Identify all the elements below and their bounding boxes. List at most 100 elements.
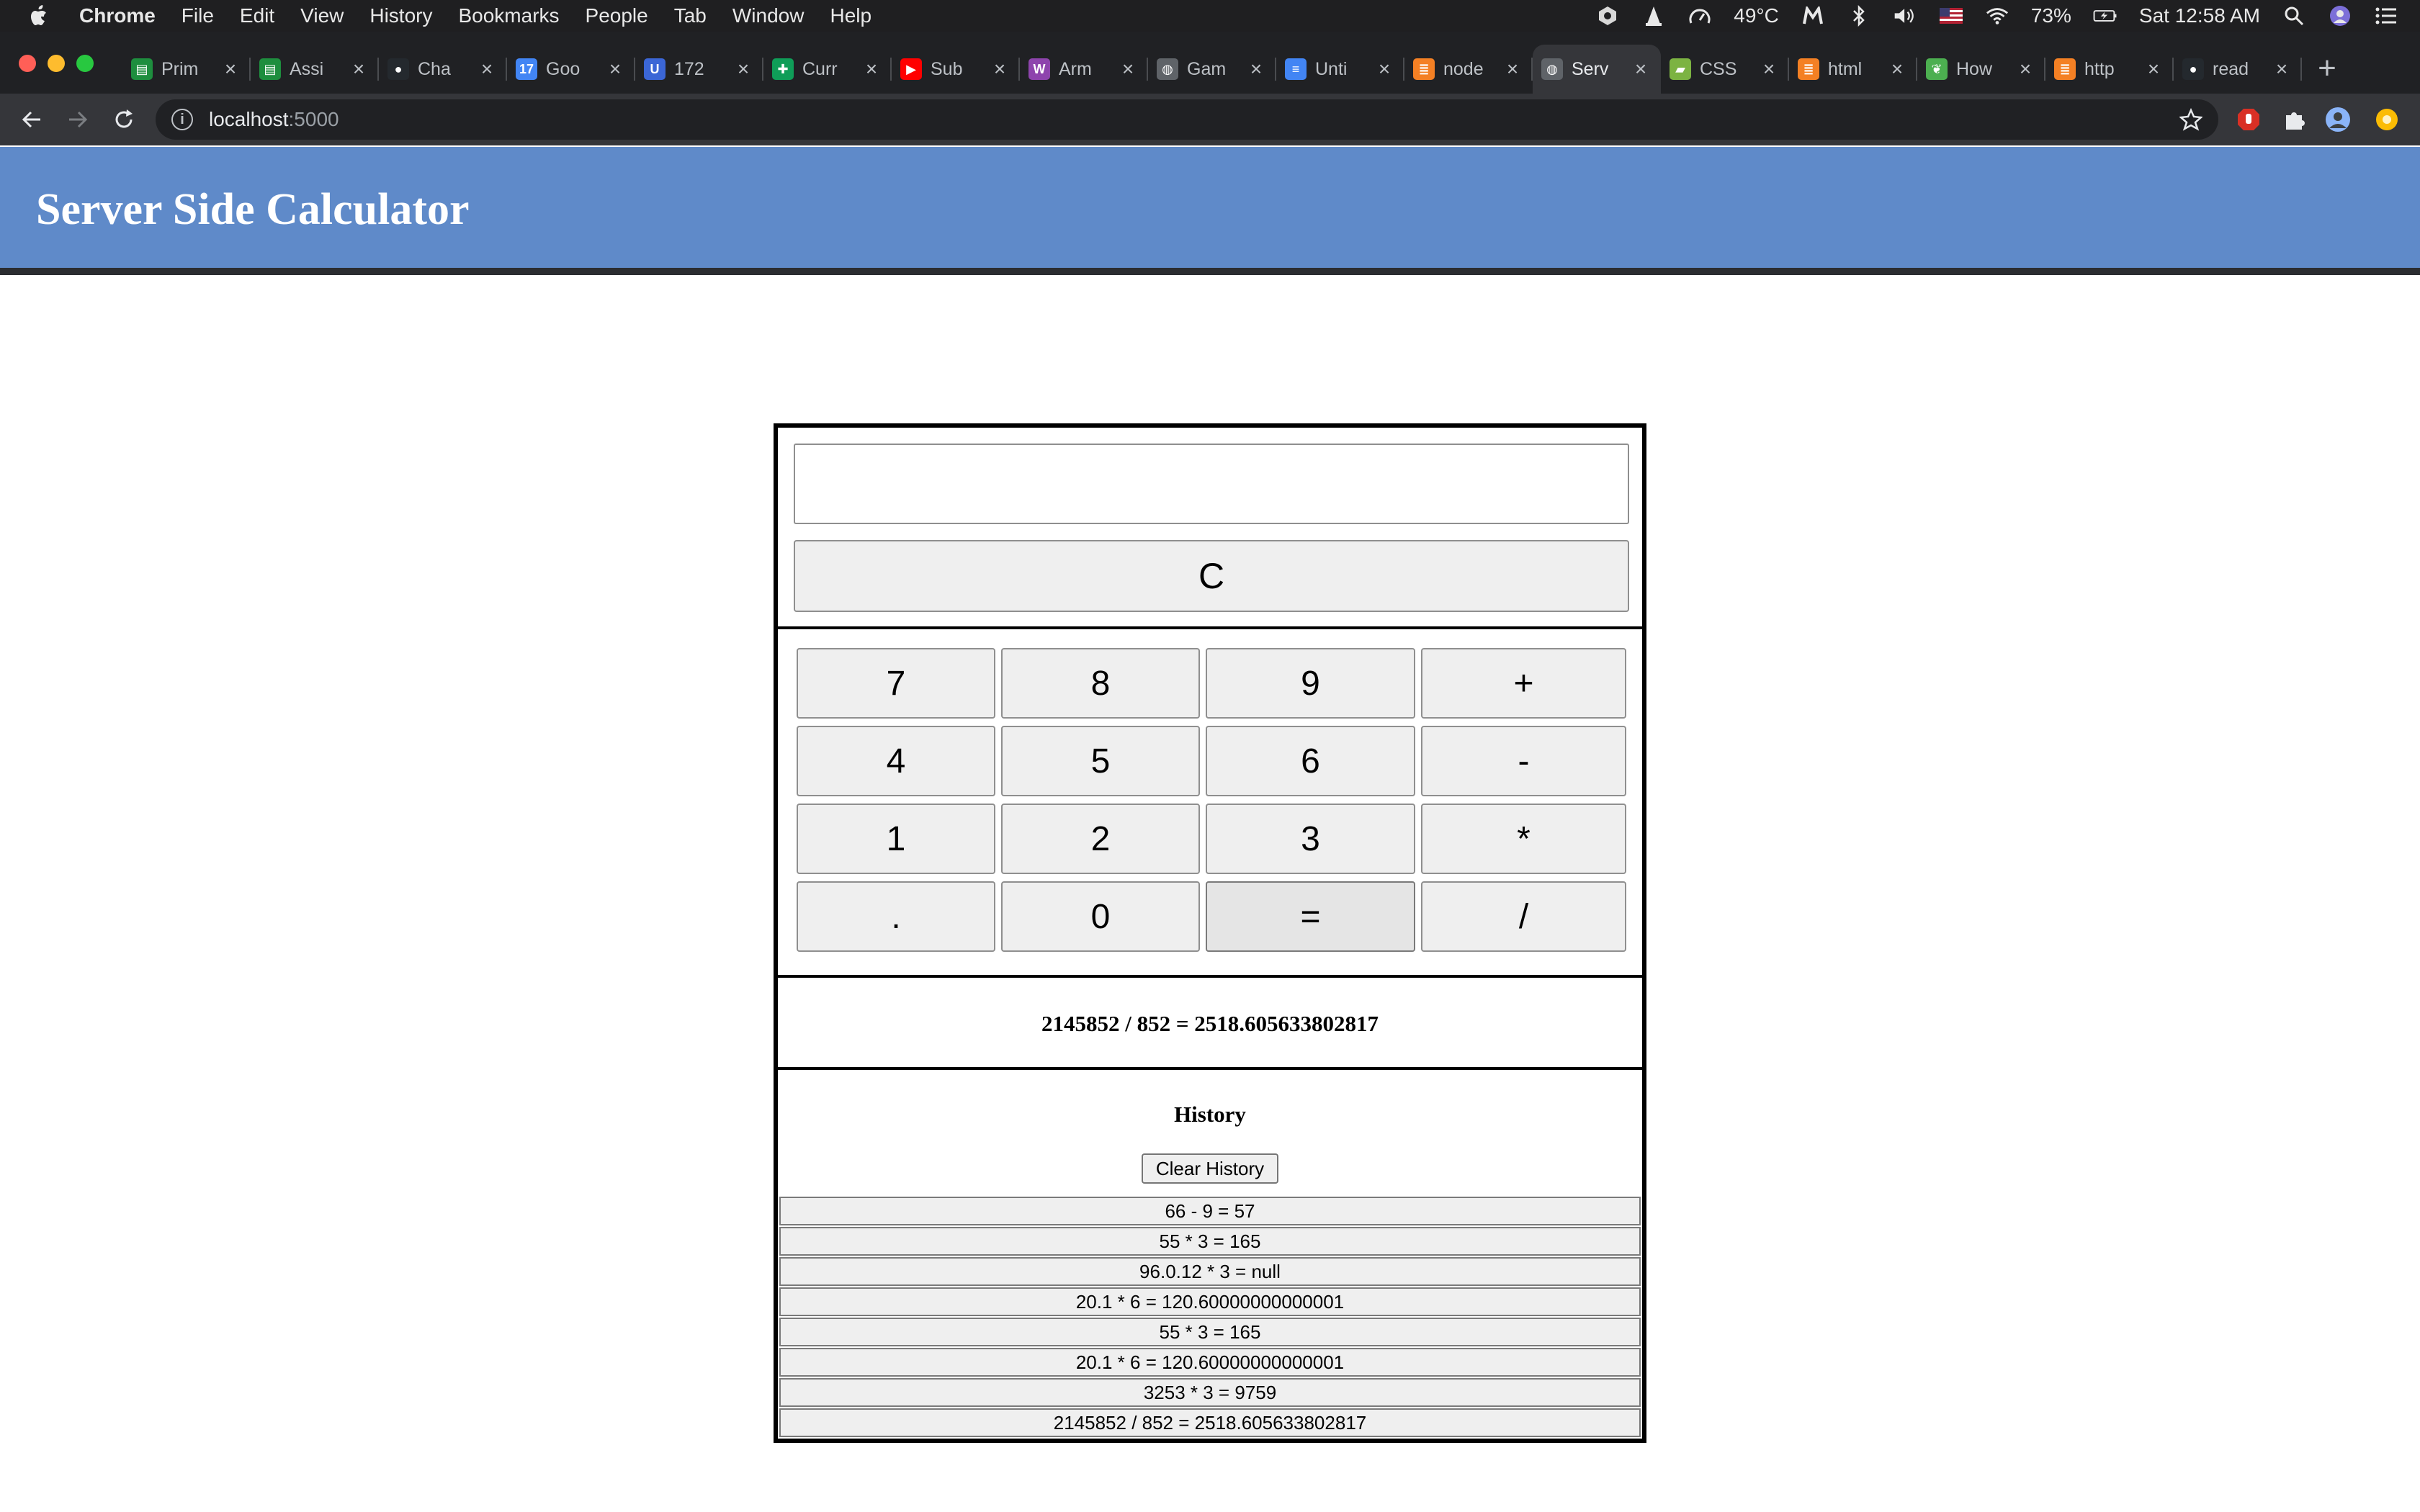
digit-5-key[interactable]: 5 (1001, 726, 1200, 796)
docs-icon: ≡ (1285, 58, 1307, 80)
menu-bookmarks[interactable]: Bookmarks (458, 4, 559, 27)
close-tab-icon[interactable]: × (1759, 58, 1779, 81)
battery-charging-icon[interactable] (2093, 5, 2118, 27)
browser-tab[interactable]: ✚ Curr × (763, 45, 892, 94)
digit-4-key[interactable]: 4 (797, 726, 995, 796)
volume-icon[interactable] (1893, 5, 1917, 27)
close-tab-icon[interactable]: × (220, 58, 241, 81)
menu-window[interactable]: Window (732, 4, 805, 27)
bookmark-star-icon[interactable] (2179, 107, 2203, 131)
digit-8-key[interactable]: 8 (1001, 648, 1200, 719)
browser-tab[interactable]: ● read × (2174, 45, 2302, 94)
new-tab-button[interactable]: + (2309, 50, 2345, 86)
digit-7-key[interactable]: 7 (797, 648, 995, 719)
browser-tab[interactable]: W Arm × (1020, 45, 1148, 94)
browser-tab[interactable]: ▤ Assi × (251, 45, 379, 94)
browser-tab[interactable]: ≣ node × (1404, 45, 1533, 94)
clear-button[interactable]: C (794, 540, 1629, 612)
hexagon-app-icon[interactable] (1595, 5, 1620, 27)
address-bar[interactable]: i localhost:5000 (156, 99, 2218, 140)
close-tab-icon[interactable]: × (990, 58, 1010, 81)
menu-edit[interactable]: Edit (240, 4, 274, 27)
close-tab-icon[interactable]: × (2272, 58, 2292, 81)
browser-tab[interactable]: ≣ http × (2045, 45, 2174, 94)
bluetooth-icon[interactable] (1847, 5, 1871, 27)
reload-button[interactable] (107, 102, 141, 137)
adblock-extension-icon[interactable] (2236, 107, 2262, 132)
spotlight-search-icon[interactable] (2282, 5, 2306, 27)
apple-menu-icon[interactable] (29, 5, 50, 27)
digit-9-key[interactable]: 9 (1206, 648, 1415, 719)
browser-tab[interactable]: ◍ Gam × (1148, 45, 1276, 94)
browser-tab[interactable]: 17 Goo × (507, 45, 635, 94)
digit-1-key[interactable]: 1 (797, 804, 995, 874)
menu-app-chrome[interactable]: Chrome (79, 4, 156, 27)
calculator-display-input[interactable] (794, 444, 1629, 524)
browser-tab[interactable]: ▰ CSS × (1661, 45, 1789, 94)
sheets-icon: ✚ (772, 58, 794, 80)
close-tab-icon[interactable]: × (605, 58, 625, 81)
add-key[interactable]: + (1421, 648, 1626, 719)
menu-tab[interactable]: Tab (674, 4, 707, 27)
close-tab-icon[interactable]: × (1631, 58, 1651, 81)
update-badge-icon[interactable] (2374, 107, 2400, 132)
tab-label: html (1828, 58, 1863, 79)
subtract-key[interactable]: - (1421, 726, 1626, 796)
tab-label: Arm (1059, 58, 1092, 79)
close-tab-icon[interactable]: × (1502, 58, 1523, 81)
browser-tab[interactable]: ◍ Serv × (1533, 45, 1661, 94)
site-info-icon[interactable]: i (171, 109, 193, 130)
menu-history[interactable]: History (369, 4, 432, 27)
close-tab-icon[interactable]: × (349, 58, 369, 81)
browser-tab[interactable]: ● Cha × (379, 45, 507, 94)
digit-2-key[interactable]: 2 (1001, 804, 1200, 874)
vlc-cone-icon[interactable] (1641, 5, 1666, 27)
zoom-window-button[interactable] (76, 55, 94, 72)
forward-button[interactable] (60, 102, 95, 137)
menu-people[interactable]: People (586, 4, 648, 27)
browser-tab[interactable]: ▤ Prim × (122, 45, 251, 94)
browser-tab[interactable]: U 172 × (635, 45, 763, 94)
menu-bar-clock[interactable]: Sat 12:58 AM (2139, 4, 2260, 27)
browser-toolbar: i localhost:5000 (0, 94, 2420, 145)
multiply-key[interactable]: * (1421, 804, 1626, 874)
decimal-key[interactable]: . (797, 881, 995, 952)
menu-file[interactable]: File (182, 4, 214, 27)
browser-tab[interactable]: ▶ Sub × (892, 45, 1020, 94)
back-button[interactable] (14, 102, 49, 137)
sheet-icon: ▤ (259, 58, 281, 80)
user-avatar-icon[interactable] (2328, 5, 2352, 27)
minimize-window-button[interactable] (48, 55, 65, 72)
gauge-icon[interactable] (1688, 5, 1712, 27)
browser-tab[interactable]: ≣ html × (1789, 45, 1917, 94)
close-tab-icon[interactable]: × (477, 58, 497, 81)
m-app-icon[interactable] (1801, 5, 1825, 27)
digit-3-key[interactable]: 3 (1206, 804, 1415, 874)
close-tab-icon[interactable]: × (1374, 58, 1394, 81)
history-item: 96.0.12 * 3 = null (779, 1257, 1641, 1286)
digit-6-key[interactable]: 6 (1206, 726, 1415, 796)
wifi-icon[interactable] (1985, 5, 2009, 27)
close-tab-icon[interactable]: × (733, 58, 753, 81)
close-tab-icon[interactable]: × (1246, 58, 1266, 81)
close-tab-icon[interactable]: × (2015, 58, 2035, 81)
digit-0-key[interactable]: 0 (1001, 881, 1200, 952)
battery-percent: 73% (2030, 4, 2071, 27)
extensions-puzzle-icon[interactable] (2282, 107, 2308, 132)
close-tab-icon[interactable]: × (861, 58, 882, 81)
browser-tab[interactable]: ❦ How × (1917, 45, 2045, 94)
close-tab-icon[interactable]: × (1887, 58, 1907, 81)
divide-key[interactable]: / (1421, 881, 1626, 952)
notification-center-icon[interactable] (2374, 5, 2398, 27)
close-tab-icon[interactable]: × (1118, 58, 1138, 81)
browser-tab[interactable]: ≡ Unti × (1276, 45, 1404, 94)
close-window-button[interactable] (19, 55, 36, 72)
equals-key[interactable]: = (1206, 881, 1415, 952)
clear-history-button[interactable]: Clear History (1142, 1153, 1278, 1184)
tab-label: node (1443, 58, 1484, 79)
us-flag-icon[interactable] (1939, 5, 1963, 27)
profile-avatar-icon[interactable] (2325, 107, 2351, 132)
menu-help[interactable]: Help (830, 4, 871, 27)
menu-view[interactable]: View (300, 4, 344, 27)
close-tab-icon[interactable]: × (2143, 58, 2164, 81)
